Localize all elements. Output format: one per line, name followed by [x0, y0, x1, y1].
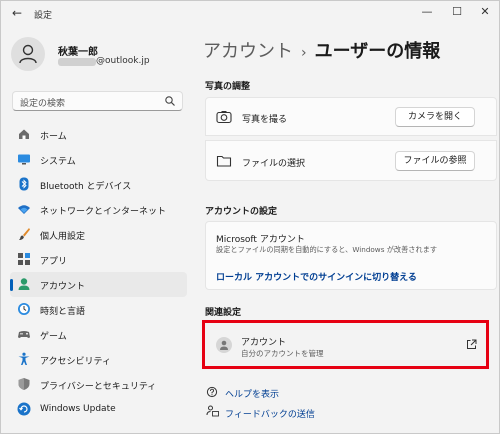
profile-avatar[interactable]	[11, 37, 45, 71]
close-button[interactable]: ✕	[475, 4, 495, 20]
title-bar: ← 設定 — ☐ ✕	[1, 1, 499, 25]
related-item-subtitle: 自分のアカウントを管理	[241, 349, 324, 358]
sidebar-item-label: ゲーム	[40, 332, 67, 342]
sidebar-nav: ホーム システム Bluetooth とデバイス ネットワークとインターネット	[10, 122, 187, 422]
search-placeholder: 設定の検索	[20, 99, 66, 109]
section-title-account-settings: アカウントの設定	[205, 207, 278, 217]
sidebar-item-label: アカウント	[40, 282, 86, 292]
sidebar-item-label: ネットワークとインターネット	[40, 207, 167, 217]
microsoft-account-title: Microsoft アカウント	[216, 235, 305, 245]
apps-icon	[18, 253, 30, 265]
related-item-title: アカウント	[241, 338, 287, 348]
breadcrumb-parent[interactable]: アカウント	[203, 41, 293, 62]
folder-icon	[216, 155, 232, 167]
camera-icon	[216, 111, 232, 124]
wifi-icon	[18, 205, 30, 214]
microsoft-account-subtitle: 設定とファイルの同期を自動的にすると、Windows が改善されます	[216, 245, 438, 254]
sidebar-item-label: ホーム	[40, 132, 67, 142]
profile-email: @outlook.jp	[96, 56, 150, 66]
profile-name: 秋葉一郎	[58, 47, 98, 58]
sidebar-item-label: システム	[40, 157, 76, 167]
browse-files-button[interactable]: ファイルの参照	[395, 151, 475, 171]
sidebar-item-label: プライバシーとセキュリティ	[40, 382, 157, 392]
open-camera-button[interactable]: カメラを開く	[395, 107, 475, 127]
help-link[interactable]: ヘルプを表示	[225, 387, 279, 400]
help-icon	[206, 386, 218, 398]
feedback-link[interactable]: フィードバックの送信	[225, 407, 315, 420]
sidebar-item-accessibility[interactable]: アクセシビリティ	[10, 347, 187, 372]
app-title: 設定	[34, 11, 53, 21]
accessibility-icon	[18, 352, 30, 365]
sidebar-item-privacy[interactable]: プライバシーとセキュリティ	[10, 372, 187, 397]
sidebar-item-personalization[interactable]: 個人用設定	[10, 222, 187, 247]
sidebar-item-accounts[interactable]: アカウント	[10, 272, 187, 297]
breadcrumb: アカウント › ユーザーの情報	[203, 37, 440, 63]
back-button[interactable]: ←	[9, 6, 25, 20]
person-icon	[19, 44, 37, 64]
breadcrumb-separator: ›	[301, 45, 307, 61]
take-photo-row: 写真を撮る カメラを開く	[205, 97, 497, 136]
time-language-icon	[18, 303, 30, 315]
person-icon	[220, 340, 228, 350]
choose-file-row: ファイルの選択 ファイルの参照	[205, 140, 497, 181]
external-link-icon	[467, 339, 477, 349]
account-avatar	[216, 337, 232, 353]
profile-email-redacted	[58, 58, 96, 66]
sidebar-item-apps[interactable]: アプリ	[10, 247, 187, 272]
microsoft-account-card: Microsoft アカウント 設定とファイルの同期を自動的にすると、Windo…	[205, 221, 497, 290]
sidebar-item-network[interactable]: ネットワークとインターネット	[10, 197, 187, 222]
accounts-related-item[interactable]: アカウント 自分のアカウントを管理	[202, 320, 489, 369]
account-icon	[18, 278, 30, 290]
gaming-icon	[18, 331, 30, 338]
sidebar-item-windows-update[interactable]: Windows Update	[10, 397, 187, 422]
switch-to-local-account-link[interactable]: ローカル アカウントでのサインインに切り替える	[216, 270, 417, 283]
brush-icon	[19, 228, 30, 240]
take-photo-label: 写真を撮る	[242, 115, 288, 125]
sidebar-item-label: 個人用設定	[40, 232, 86, 242]
shield-icon	[18, 378, 30, 390]
sidebar-item-time-language[interactable]: 時刻と言語	[10, 297, 187, 322]
section-title-related: 関連設定	[205, 308, 242, 318]
update-icon	[17, 402, 31, 416]
feedback-icon	[206, 405, 219, 417]
choose-file-label: ファイルの選択	[242, 159, 306, 169]
settings-window: ← 設定 — ☐ ✕ 秋葉一郎 @outlook.jp 設定の検索 ホーム シス…	[0, 0, 500, 434]
home-icon	[19, 129, 29, 139]
sidebar-item-home[interactable]: ホーム	[10, 122, 187, 147]
sidebar-item-label: アクセシビリティ	[40, 357, 112, 367]
sidebar-item-bluetooth[interactable]: Bluetooth とデバイス	[10, 172, 187, 197]
minimize-button[interactable]: —	[417, 4, 437, 20]
sidebar-item-label: Windows Update	[40, 404, 116, 414]
sidebar-item-system[interactable]: システム	[10, 147, 187, 172]
page-title: ユーザーの情報	[314, 41, 441, 62]
sidebar-item-label: Bluetooth とデバイス	[40, 182, 132, 192]
bluetooth-icon	[19, 177, 29, 191]
search-input[interactable]: 設定の検索	[12, 91, 183, 111]
maximize-button[interactable]: ☐	[447, 4, 467, 20]
sidebar-item-label: アプリ	[40, 257, 68, 267]
sidebar-item-label: 時刻と言語	[40, 307, 86, 317]
section-title-photo: 写真の調整	[205, 82, 251, 92]
search-icon	[165, 96, 175, 106]
system-icon	[18, 154, 30, 165]
sidebar-item-gaming[interactable]: ゲーム	[10, 322, 187, 347]
